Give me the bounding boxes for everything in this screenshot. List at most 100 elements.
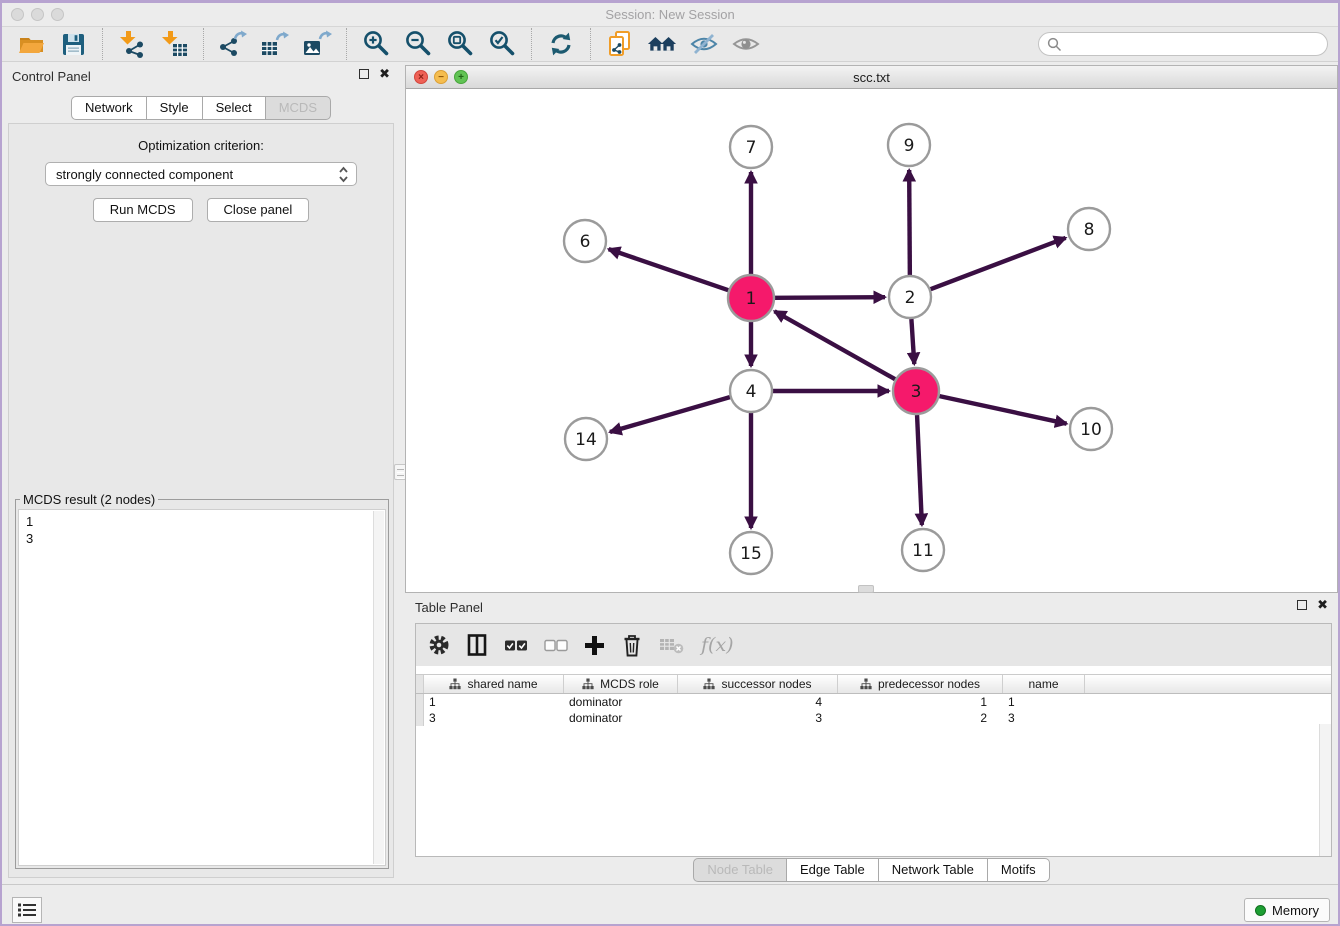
network-window-titlebar[interactable]: × − + scc.txt [406, 66, 1337, 89]
criterion-select[interactable]: strongly connected component [45, 162, 357, 186]
table-cell[interactable]: 3 [678, 711, 838, 725]
table-cell[interactable]: dominator [564, 711, 678, 725]
result-line: 3 [26, 530, 385, 547]
tab-motifs[interactable]: Motifs [988, 858, 1050, 882]
graph-edge-4-14[interactable] [610, 397, 730, 432]
show-hidden-eye-icon[interactable] [731, 29, 761, 59]
add-column-plus-icon[interactable] [584, 635, 605, 656]
table-panel-header: Table Panel ✖ [405, 593, 1338, 621]
column-header-predecessor-nodes[interactable]: predecessor nodes [838, 675, 1003, 693]
table-panel-title: Table Panel [415, 600, 483, 615]
graph-edge-1-2[interactable] [775, 297, 885, 298]
table-cell[interactable]: 1 [838, 695, 1003, 709]
memory-label: Memory [1272, 903, 1319, 918]
list-icon [18, 903, 36, 917]
tab-style[interactable]: Style [147, 96, 203, 120]
mcds-result-title: MCDS result (2 nodes) [20, 492, 158, 507]
graph-edge-2-8[interactable] [931, 238, 1066, 289]
graph-edge-2-3[interactable] [911, 319, 914, 364]
column-header-shared-name[interactable]: shared name [424, 675, 564, 693]
table-row[interactable]: 3dominator323 [416, 710, 1331, 726]
memory-button[interactable]: Memory [1244, 898, 1330, 922]
node-table-rows: 1dominator4113dominator323 [416, 694, 1331, 726]
graph-node-label-3: 3 [911, 382, 922, 402]
node-table: shared name MCDS role successor nodes pr… [416, 674, 1331, 856]
column-header-successor-nodes[interactable]: successor nodes [678, 675, 838, 693]
column-label: name [1028, 677, 1058, 691]
refresh-view-icon[interactable] [546, 29, 576, 59]
zoom-fit-icon[interactable] [445, 29, 475, 59]
export-network-icon[interactable] [218, 29, 248, 59]
tab-network[interactable]: Network [71, 96, 147, 120]
zoom-selected-icon[interactable] [487, 29, 517, 59]
graph-node-label-1: 1 [746, 289, 757, 309]
save-session-icon[interactable] [58, 29, 88, 59]
column-label: MCDS role [600, 677, 659, 691]
table-cell[interactable]: 3 [1003, 711, 1085, 725]
select-stepper-icon [338, 166, 349, 186]
graph-node-label-8: 8 [1084, 220, 1095, 240]
select-all-checkboxes-icon[interactable] [504, 639, 528, 652]
search-input[interactable] [1067, 34, 1327, 54]
table-panel: Table Panel ✖ [405, 593, 1338, 884]
apply-function-icon-disabled: f(x) [701, 634, 734, 656]
houses-icon[interactable] [647, 29, 677, 59]
delete-column-trash-icon[interactable] [621, 634, 643, 657]
column-header-name[interactable]: name [1003, 675, 1085, 693]
column-panel-icon[interactable] [466, 634, 488, 656]
graph-edge-1-6[interactable] [609, 249, 729, 290]
horizontal-splitter-grip[interactable] [858, 585, 874, 593]
open-file-icon[interactable] [16, 29, 46, 59]
tab-edge-table[interactable]: Edge Table [787, 858, 879, 882]
zoom-out-icon[interactable] [403, 29, 433, 59]
toolbar-separator [590, 28, 591, 60]
graph-node-label-10: 10 [1080, 420, 1102, 440]
graph-node-label-6: 6 [580, 232, 591, 252]
table-cell[interactable]: 1 [424, 695, 564, 709]
hierarchy-icon [703, 678, 715, 690]
result-scrollbar[interactable] [373, 511, 384, 864]
graph-edge-3-11[interactable] [917, 415, 922, 525]
new-network-from-selection-icon[interactable] [605, 29, 635, 59]
close-panel-icon[interactable]: ✖ [379, 69, 390, 79]
graph-edge-3-10[interactable] [939, 396, 1066, 424]
import-network-icon[interactable] [117, 29, 147, 59]
table-scrollbar[interactable] [1319, 724, 1331, 856]
run-mcds-button[interactable]: Run MCDS [93, 198, 193, 222]
import-table-icon[interactable] [159, 29, 189, 59]
criterion-selected-value: strongly connected component [56, 167, 233, 182]
column-header-mcds-role[interactable]: MCDS role [564, 675, 678, 693]
mcds-result-group: MCDS result (2 nodes) 1 3 [15, 492, 389, 869]
float-panel-icon[interactable] [359, 69, 369, 79]
hierarchy-icon [449, 678, 461, 690]
table-settings-gear-icon[interactable] [428, 634, 450, 656]
graph-edge-3-1[interactable] [775, 311, 896, 379]
tab-network-table[interactable]: Network Table [879, 858, 988, 882]
graph-edge-2-9[interactable] [909, 170, 910, 275]
deselect-all-checkboxes-icon[interactable] [544, 639, 568, 652]
task-history-button[interactable] [12, 897, 42, 923]
mcds-result-list[interactable]: 1 3 [18, 509, 386, 866]
table-cell[interactable]: dominator [564, 695, 678, 709]
float-table-panel-icon[interactable] [1297, 600, 1307, 610]
hide-selected-eye-slash-icon[interactable] [689, 29, 719, 59]
tab-select[interactable]: Select [203, 96, 266, 120]
network-window-title: scc.txt [406, 70, 1337, 85]
graph-node-label-15: 15 [740, 544, 762, 564]
close-panel-button[interactable]: Close panel [207, 198, 310, 222]
close-table-panel-icon[interactable]: ✖ [1317, 600, 1328, 610]
table-cell[interactable]: 3 [424, 711, 564, 725]
table-cell[interactable]: 4 [678, 695, 838, 709]
zoom-in-icon[interactable] [361, 29, 391, 59]
network-canvas[interactable]: 7968124314101511 [406, 89, 1337, 592]
network-graph[interactable]: 7968124314101511 [406, 89, 1337, 592]
table-row[interactable]: 1dominator411 [416, 694, 1331, 710]
tab-node-table[interactable]: Node Table [693, 858, 787, 882]
export-table-icon[interactable] [260, 29, 290, 59]
search-field[interactable] [1038, 32, 1328, 56]
tab-mcds[interactable]: MCDS [266, 96, 331, 120]
table-cell[interactable]: 2 [838, 711, 1003, 725]
export-image-icon[interactable] [302, 29, 332, 59]
row-header-corner [416, 675, 424, 693]
table-cell[interactable]: 1 [1003, 695, 1085, 709]
